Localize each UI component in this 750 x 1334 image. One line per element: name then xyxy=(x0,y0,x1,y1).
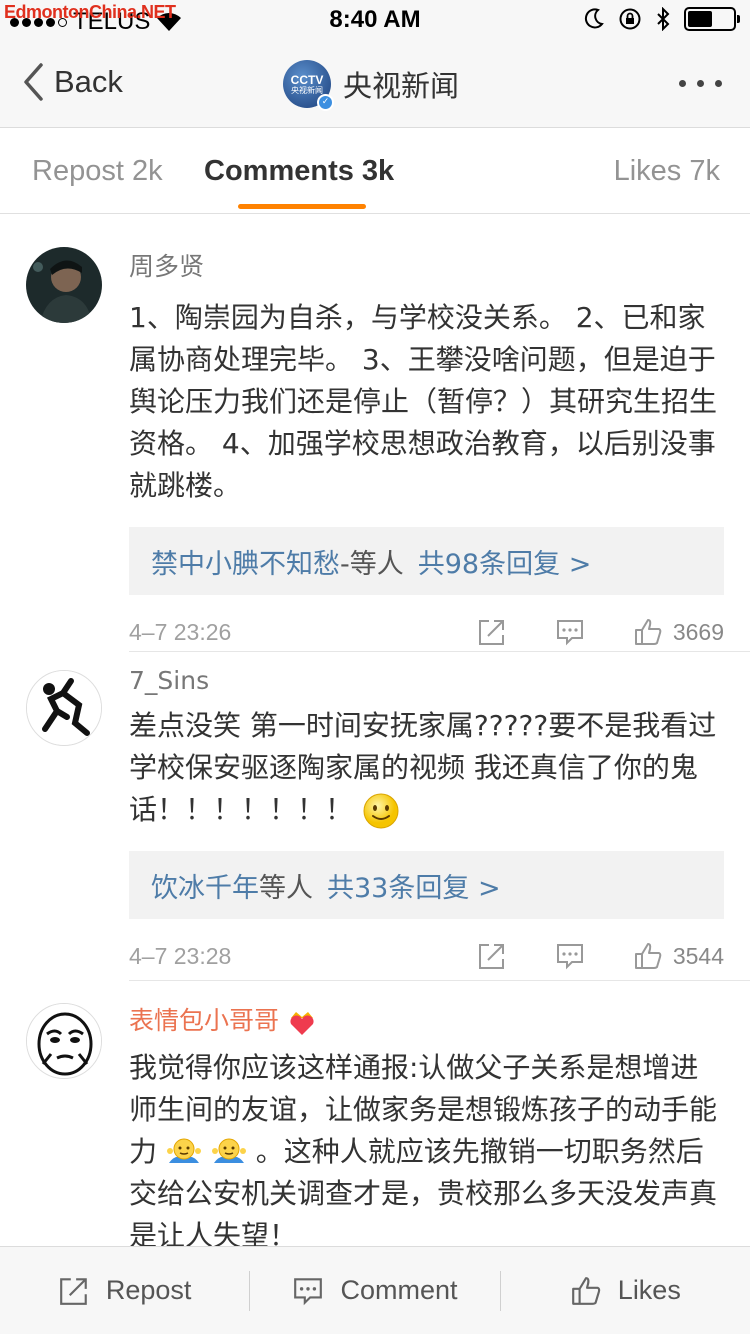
shrug-emoji-icon xyxy=(166,1138,201,1163)
navigation-bar: Back CCTV 央视新闻 ✓ 央视新闻 xyxy=(0,40,750,128)
thumbs-up-icon xyxy=(634,943,662,969)
thumbs-up-icon xyxy=(571,1276,601,1305)
replies-preview[interactable]: 饮冰千年 等人 共33条回复 > xyxy=(129,851,724,919)
like-button[interactable]: Likes xyxy=(501,1247,750,1334)
share-icon xyxy=(60,1277,87,1305)
comment-timestamp: 4–7 23:26 xyxy=(129,618,232,645)
like-button[interactable]: 3669 xyxy=(633,617,724,647)
account-header[interactable]: CCTV 央视新闻 ✓ 央视新闻 xyxy=(283,60,460,111)
smile-emoji-icon xyxy=(363,793,399,829)
shrug-emoji-icon xyxy=(211,1138,246,1163)
page-title: 央视新闻 xyxy=(343,69,460,103)
likes-label: Likes xyxy=(617,1275,681,1305)
like-count: 3669 xyxy=(672,618,724,645)
like-button[interactable]: 3544 xyxy=(633,941,724,971)
watermark: EdmontonChina.NET xyxy=(4,2,176,22)
replies-preview[interactable]: 禁中小腆不知愁 -等人 共98条回复 > xyxy=(129,527,724,595)
moon-icon xyxy=(584,8,604,29)
divider xyxy=(129,651,750,652)
tab-repost[interactable]: Repost 2k xyxy=(32,155,163,188)
repost-label: Repost xyxy=(105,1275,192,1305)
back-label: Back xyxy=(54,64,123,99)
tab-bar: Repost 2k Comments 3k Likes 7k xyxy=(0,128,750,214)
comment-icon[interactable] xyxy=(555,617,585,647)
comment-username[interactable]: 周多贤 xyxy=(129,247,724,283)
bottom-action-bar: Repost Comment Likes xyxy=(0,1246,750,1334)
chevron-left-icon xyxy=(24,63,43,101)
comment-text: 1、陶崇园为自杀，与学校没关系。 2、已和家属协商处理完毕。 3、王攀没啥问题，… xyxy=(129,301,718,502)
avatar[interactable] xyxy=(26,1003,102,1079)
bluetooth-icon xyxy=(657,7,670,31)
more-options-button[interactable] xyxy=(679,80,722,87)
comment-text: 差点没笑 第一时间安抚家属?????要不是我看过学校保安驱逐陶家属的视频 我还真… xyxy=(129,709,717,826)
comment-icon[interactable] xyxy=(555,941,585,971)
comment-timestamp: 4–7 23:28 xyxy=(129,942,232,969)
comment-username[interactable]: 7_Sins xyxy=(129,666,724,695)
like-count: 3544 xyxy=(672,942,724,969)
back-button[interactable]: Back xyxy=(22,62,123,102)
battery-icon xyxy=(684,7,740,31)
crown-heart-badge-icon xyxy=(290,1012,314,1035)
divider xyxy=(129,980,750,981)
tab-comments[interactable]: Comments 3k xyxy=(204,155,394,188)
reply-suffix: 等人 xyxy=(259,872,313,904)
orientation-lock-icon xyxy=(619,8,641,30)
verified-badge-icon: ✓ xyxy=(317,94,334,111)
reply-count-link[interactable]: 共33条回复 > xyxy=(327,866,501,905)
comment-meta: 4–7 23:28 3544 xyxy=(129,941,724,971)
reply-users[interactable]: 禁中小腆不知愁 xyxy=(151,542,340,581)
tab-likes[interactable]: Likes 7k xyxy=(614,155,720,188)
avatar[interactable] xyxy=(26,247,102,323)
avatar[interactable] xyxy=(26,670,102,746)
repost-button[interactable]: Repost xyxy=(0,1247,249,1334)
cctv-logo-avatar: CCTV 央视新闻 ✓ xyxy=(283,60,334,111)
share-icon[interactable] xyxy=(477,617,507,647)
reply-users[interactable]: 饮冰千年 xyxy=(151,866,259,905)
comment-icon xyxy=(294,1277,323,1305)
reply-suffix: -等人 xyxy=(340,548,404,580)
comment-label: Comment xyxy=(340,1275,458,1305)
comment-username[interactable]: 表情包小哥哥 xyxy=(129,1006,279,1035)
comment-meta: 4–7 23:26 3669 xyxy=(129,617,724,647)
share-icon[interactable] xyxy=(477,941,507,971)
comment-button[interactable]: Comment xyxy=(250,1247,499,1334)
thumbs-up-icon xyxy=(634,619,662,645)
active-tab-indicator xyxy=(238,204,366,209)
reply-count-link[interactable]: 共98条回复 > xyxy=(418,542,592,581)
